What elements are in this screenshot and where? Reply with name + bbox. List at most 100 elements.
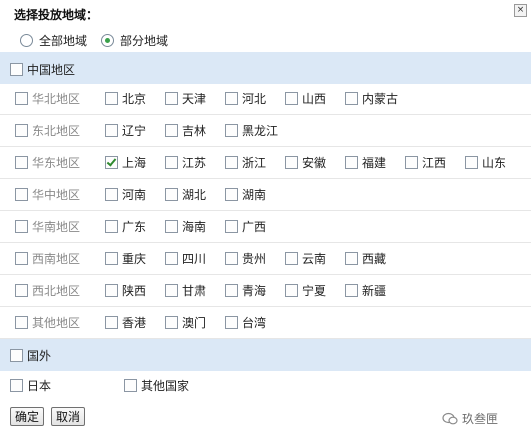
- china-select-all-checkbox[interactable]: [10, 63, 23, 76]
- province-checkbox[interactable]: [345, 155, 358, 169]
- province-checkbox[interactable]: [225, 283, 238, 297]
- province-option[interactable]: 江西: [405, 155, 446, 170]
- province-option[interactable]: 宁夏: [285, 283, 326, 298]
- region-select-all-checkbox[interactable]: [15, 315, 28, 329]
- province-option[interactable]: 北京: [105, 91, 146, 106]
- province-checkbox[interactable]: [345, 251, 358, 265]
- province-option[interactable]: 天津: [165, 91, 206, 106]
- region-select-all[interactable]: 华南地区: [15, 219, 80, 234]
- province-option[interactable]: 内蒙古: [345, 91, 398, 106]
- abroad-select-all-checkbox[interactable]: [10, 349, 23, 362]
- province-checkbox[interactable]: [165, 123, 178, 137]
- province-checkbox[interactable]: [285, 283, 298, 297]
- region-select-all[interactable]: 华中地区: [15, 187, 80, 202]
- close-icon[interactable]: ×: [514, 4, 527, 17]
- cancel-button[interactable]: 取消: [51, 407, 86, 426]
- province-option[interactable]: 吉林: [165, 123, 206, 138]
- province-checkbox[interactable]: [285, 251, 298, 265]
- province-option[interactable]: 青海: [225, 283, 266, 298]
- province-option[interactable]: 山东: [465, 155, 506, 170]
- province-checkbox[interactable]: [345, 283, 358, 297]
- province-checkbox[interactable]: [105, 155, 118, 169]
- province-option[interactable]: 辽宁: [105, 123, 146, 138]
- province-checkbox[interactable]: [225, 219, 238, 233]
- radio-partial-regions[interactable]: 部分地域: [101, 32, 168, 49]
- province-checkbox[interactable]: [105, 91, 118, 105]
- province-checkbox[interactable]: [165, 155, 178, 169]
- province-option[interactable]: 湖北: [165, 187, 206, 202]
- province-option[interactable]: 陕西: [105, 283, 146, 298]
- region-select-all-checkbox[interactable]: [15, 251, 28, 265]
- region-select-all-checkbox[interactable]: [15, 155, 28, 169]
- province-checkbox[interactable]: [165, 219, 178, 233]
- province-checkbox[interactable]: [225, 315, 238, 329]
- province-option[interactable]: 香港: [105, 315, 146, 330]
- region-select-all-checkbox[interactable]: [15, 123, 28, 137]
- province-option[interactable]: 广西: [225, 219, 266, 234]
- province-option[interactable]: 浙江: [225, 155, 266, 170]
- region-select-all[interactable]: 西南地区: [15, 251, 80, 266]
- province-checkbox[interactable]: [105, 251, 118, 265]
- province-checkbox[interactable]: [165, 283, 178, 297]
- province-option[interactable]: 福建: [345, 155, 386, 170]
- province-checkbox[interactable]: [225, 251, 238, 265]
- province-option[interactable]: 上海: [105, 155, 146, 170]
- province-checkbox[interactable]: [405, 155, 418, 169]
- abroad-option-other[interactable]: 其他国家: [124, 378, 189, 393]
- province-option[interactable]: 海南: [165, 219, 206, 234]
- region-select-all[interactable]: 东北地区: [15, 123, 80, 138]
- province-checkbox[interactable]: [285, 91, 298, 105]
- province-option[interactable]: 台湾: [225, 315, 266, 330]
- province-option[interactable]: 湖南: [225, 187, 266, 202]
- province-option[interactable]: 河北: [225, 91, 266, 106]
- province-option[interactable]: 澳门: [165, 315, 206, 330]
- province-option[interactable]: 黑龙江: [225, 123, 278, 138]
- abroad-option-japan[interactable]: 日本: [10, 378, 51, 393]
- province-option[interactable]: 江苏: [165, 155, 206, 170]
- region-select-all[interactable]: 西北地区: [15, 283, 80, 298]
- province-checkbox[interactable]: [105, 315, 118, 329]
- confirm-button[interactable]: 确定: [10, 407, 45, 426]
- province-option[interactable]: 安徽: [285, 155, 326, 170]
- province-option[interactable]: 山西: [285, 91, 326, 106]
- radio-all-regions[interactable]: 全部地域: [20, 32, 87, 49]
- province-checkbox[interactable]: [105, 123, 118, 137]
- province-checkbox[interactable]: [465, 155, 478, 169]
- province-option[interactable]: 重庆: [105, 251, 146, 266]
- region-select-all[interactable]: 其他地区: [15, 315, 80, 330]
- province-checkbox[interactable]: [225, 187, 238, 201]
- abroad-select-all[interactable]: 国外: [10, 347, 51, 364]
- province-option[interactable]: 甘肃: [165, 283, 206, 298]
- province-option[interactable]: 河南: [105, 187, 146, 202]
- province-option[interactable]: 四川: [165, 251, 206, 266]
- province-checkbox[interactable]: [225, 91, 238, 105]
- radio-all-regions-control[interactable]: [20, 33, 33, 47]
- china-select-all[interactable]: 中国地区: [10, 61, 75, 78]
- region-select-all-checkbox[interactable]: [15, 283, 28, 297]
- province-checkbox[interactable]: [165, 315, 178, 329]
- province-checkbox[interactable]: [165, 187, 178, 201]
- province-checkbox[interactable]: [165, 251, 178, 265]
- province-checkbox[interactable]: [225, 123, 238, 137]
- province-option[interactable]: 贵州: [225, 251, 266, 266]
- province-option[interactable]: 云南: [285, 251, 326, 266]
- province-checkbox[interactable]: [225, 155, 238, 169]
- province-checkbox[interactable]: [285, 155, 298, 169]
- province-option[interactable]: 广东: [105, 219, 146, 234]
- province-checkbox[interactable]: [345, 91, 358, 105]
- radio-partial-regions-control[interactable]: [101, 33, 115, 47]
- province-checkbox[interactable]: [165, 91, 178, 105]
- region-select-all[interactable]: 华北地区: [15, 91, 80, 106]
- province-option[interactable]: 西藏: [345, 251, 386, 266]
- region-select-all[interactable]: 华东地区: [15, 155, 80, 170]
- province-checkbox[interactable]: [105, 219, 118, 233]
- province-checkbox[interactable]: [105, 187, 118, 201]
- region-select-all-checkbox[interactable]: [15, 91, 28, 105]
- abroad-option-other-checkbox[interactable]: [124, 378, 137, 392]
- region-row: 其他地区 香港 澳门 台湾: [0, 306, 531, 339]
- province-option[interactable]: 新疆: [345, 283, 386, 298]
- abroad-option-japan-checkbox[interactable]: [10, 378, 23, 392]
- region-select-all-checkbox[interactable]: [15, 187, 28, 201]
- region-select-all-checkbox[interactable]: [15, 219, 28, 233]
- province-checkbox[interactable]: [105, 283, 118, 297]
